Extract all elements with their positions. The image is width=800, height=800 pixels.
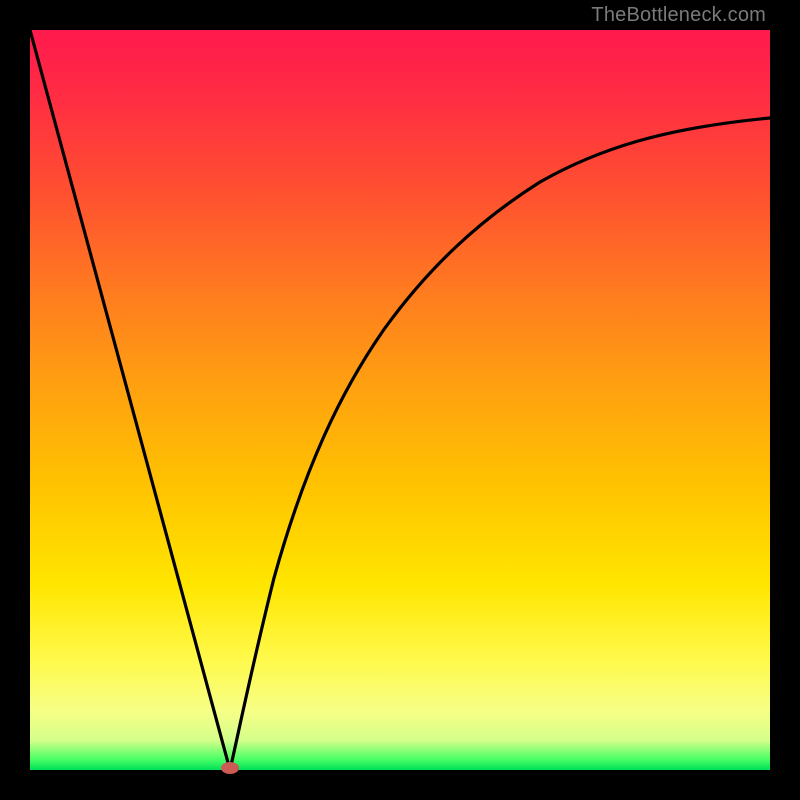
watermark-text: TheBottleneck.com [591, 4, 766, 27]
bottleneck-curve [30, 30, 770, 770]
chart-frame: TheBottleneck.com [0, 0, 800, 800]
curve-path [30, 30, 770, 770]
optimum-marker [221, 762, 239, 774]
plot-area [30, 30, 770, 770]
